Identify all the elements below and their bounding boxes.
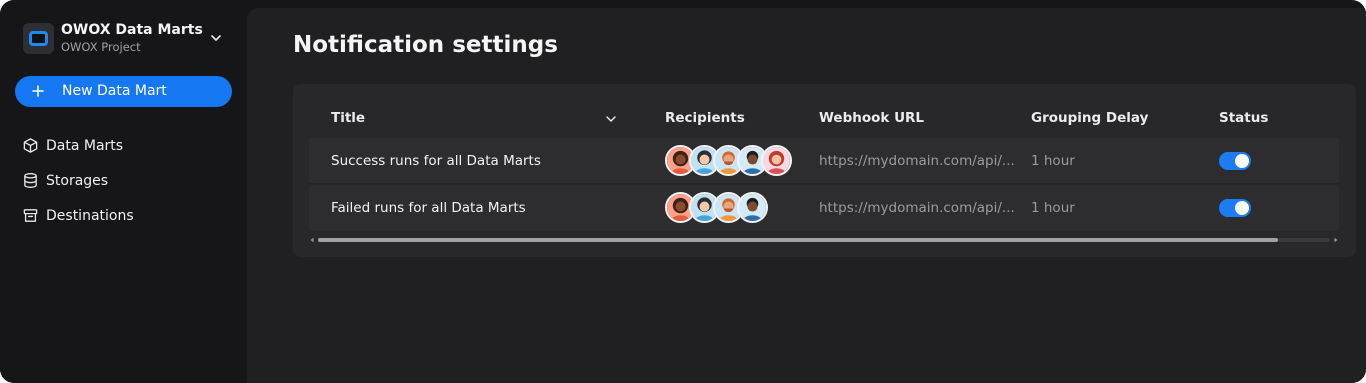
main-panel: Notification settings Title Recipients W… [247, 8, 1366, 383]
project-switcher[interactable]: OWOX Data Marts OWOX Project [22, 21, 234, 57]
new-data-mart-label: New Data Mart [62, 83, 167, 99]
column-header-grouping-delay[interactable]: Grouping Delay [1031, 110, 1148, 126]
sidebar-item-data-marts[interactable]: Data Marts [22, 133, 234, 159]
status-toggle[interactable] [1219, 152, 1251, 170]
scrollbar-thumb[interactable] [318, 238, 1278, 242]
row-title: Failed runs for all Data Marts [331, 200, 526, 216]
notification-table: Title Recipients Webhook URL Grouping De… [293, 84, 1356, 257]
recipient-avatar [761, 145, 792, 176]
horizontal-scrollbar[interactable] [309, 237, 1339, 243]
table-row[interactable]: Failed runs for all Data Marts https://m… [309, 185, 1339, 231]
column-header-recipients[interactable]: Recipients [665, 110, 745, 126]
sidebar: OWOX Data Marts OWOX Project New Data Ma… [0, 0, 247, 383]
chevron-down-icon[interactable] [208, 30, 224, 46]
row-grouping-delay: 1 hour [1031, 153, 1075, 169]
recipient-avatar [737, 192, 768, 223]
column-header-title[interactable]: Title [331, 110, 365, 126]
sidebar-item-label: Data Marts [46, 138, 124, 154]
sidebar-item-destinations[interactable]: Destinations [22, 203, 234, 229]
toggle-knob [1235, 154, 1249, 168]
table-header: Title Recipients Webhook URL Grouping De… [293, 106, 1356, 132]
row-webhook-url: https://mydomain.com/api/... [819, 200, 1015, 216]
archive-icon [23, 209, 38, 222]
row-webhook-url: https://mydomain.com/api/... [819, 153, 1015, 169]
data-marts-logo-icon [23, 23, 54, 54]
status-toggle[interactable] [1219, 199, 1251, 217]
plus-icon [32, 85, 44, 97]
app-window: OWOX Data Marts OWOX Project New Data Ma… [0, 0, 1366, 383]
new-data-mart-button[interactable]: New Data Mart [15, 76, 232, 107]
project-name: OWOX Data Marts [61, 22, 203, 38]
sidebar-item-label: Storages [46, 173, 109, 189]
row-title: Success runs for all Data Marts [331, 153, 541, 169]
row-grouping-delay: 1 hour [1031, 200, 1075, 216]
table-row[interactable]: Success runs for all Data Marts https://… [309, 138, 1339, 184]
page-title: Notification settings [293, 32, 558, 58]
column-header-webhook-url[interactable]: Webhook URL [819, 110, 924, 126]
chevron-down-icon[interactable] [604, 112, 618, 126]
database-icon [24, 173, 37, 188]
project-subtitle: OWOX Project [61, 40, 141, 54]
scroll-right-arrow-icon[interactable] [1333, 237, 1339, 243]
toggle-knob [1235, 201, 1249, 215]
sidebar-item-label: Destinations [46, 208, 134, 224]
column-header-status[interactable]: Status [1219, 110, 1268, 126]
cube-icon [23, 138, 38, 153]
sidebar-item-storages[interactable]: Storages [22, 168, 234, 194]
scroll-left-arrow-icon[interactable] [309, 237, 315, 243]
